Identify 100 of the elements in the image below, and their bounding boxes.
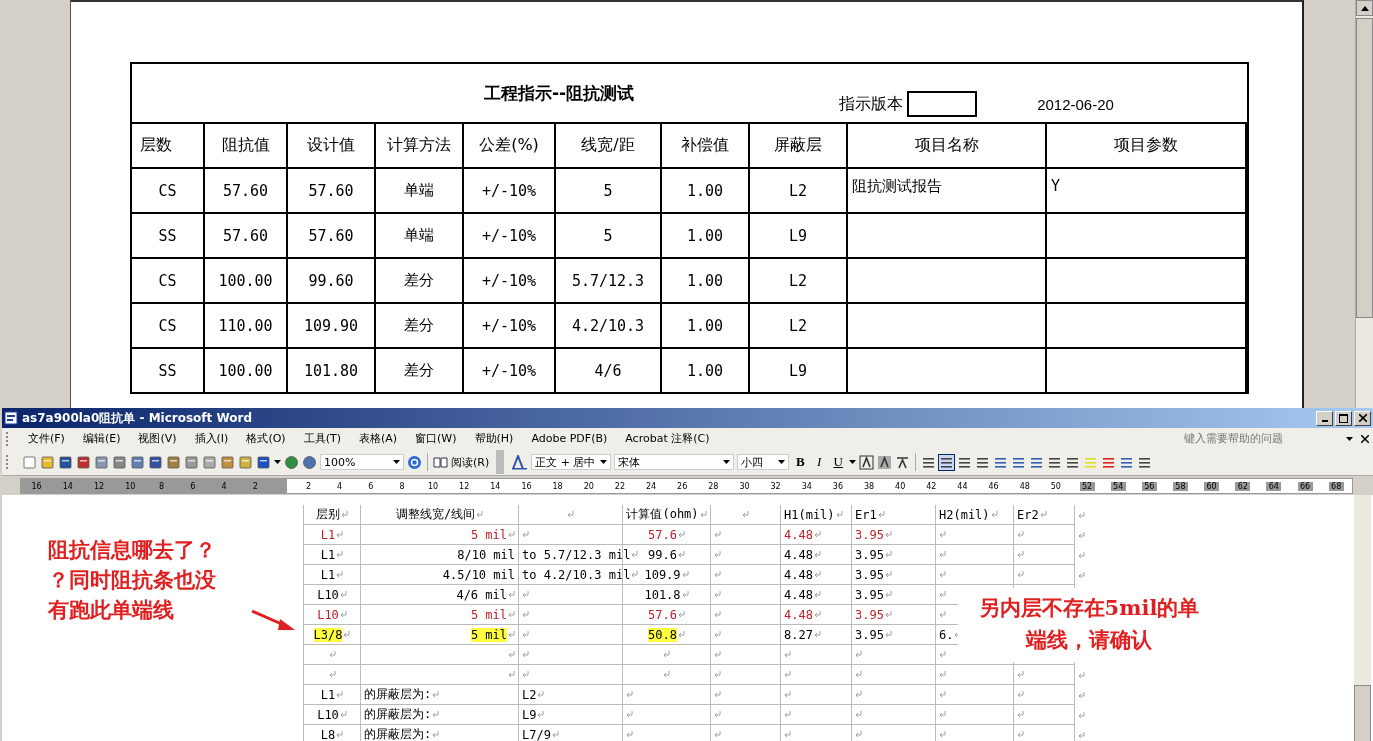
help-icon[interactable] <box>407 454 422 470</box>
paragraph-mark-icon <box>1017 571 1024 578</box>
style-dropdown[interactable]: 正文 + 居中 <box>531 454 612 470</box>
ruler-number: 30 <box>738 481 751 491</box>
paragraph-mark-icon <box>714 571 721 578</box>
format-button[interactable]: B <box>792 454 809 470</box>
email-icon[interactable] <box>94 454 109 470</box>
ruler-number: 52 <box>1079 481 1095 491</box>
paragraph-mark-icon <box>522 591 529 598</box>
paragraph-mark-icon <box>714 531 721 538</box>
paragraph-mark-icon <box>714 591 721 598</box>
menu-item[interactable]: 视图(V) <box>129 431 186 446</box>
paragraph-mark-icon <box>508 631 515 638</box>
styles-icon[interactable] <box>511 454 529 470</box>
ruler-number: 64 <box>1266 481 1282 491</box>
toolbar-handle[interactable] <box>496 450 505 474</box>
maximize-icon[interactable] <box>1335 410 1352 426</box>
dropdown-arrow-icon[interactable] <box>600 460 608 464</box>
table-cell: 101.80 <box>288 349 374 392</box>
dropdown-arrow-icon[interactable] <box>274 460 281 464</box>
table-cell: +/-10% <box>464 259 554 302</box>
paragraph-mark-icon <box>341 511 348 518</box>
scrollbar[interactable] <box>1355 0 1373 408</box>
version-field[interactable] <box>907 91 978 117</box>
save-icon[interactable] <box>58 454 73 470</box>
paste-icon[interactable] <box>220 454 235 470</box>
hyperlink-icon[interactable] <box>284 454 299 470</box>
column-header: 公差(%) <box>464 124 554 167</box>
research-icon[interactable] <box>166 454 181 470</box>
align-center-icon[interactable] <box>939 454 955 470</box>
format-button[interactable]: I <box>811 454 828 470</box>
zoom-dropdown[interactable]: 100% <box>320 454 404 470</box>
paragraph-mark-icon <box>339 711 347 718</box>
help-search-field[interactable]: 键入需要帮助的问题 <box>1182 431 1342 446</box>
paragraph-mark-icon <box>813 631 821 638</box>
menu-item[interactable]: 窗口(W) <box>406 431 466 446</box>
character-border-icon[interactable] <box>859 454 875 470</box>
toolbar-handle[interactable] <box>6 431 11 446</box>
dropdown-arrow-icon[interactable] <box>778 460 786 464</box>
font-dropdown[interactable]: 宋体 <box>614 454 735 470</box>
table-cell: 57.60 <box>205 169 286 212</box>
permission-icon[interactable] <box>76 454 91 470</box>
column-header: 计算值(ohm) <box>626 506 699 523</box>
reading-button[interactable]: 阅读(R) <box>433 454 490 470</box>
table-cell: L9 <box>750 214 846 257</box>
dropdown-arrow-icon[interactable] <box>723 460 731 464</box>
paragraph-mark-icon <box>1078 671 1085 679</box>
column-header: 调整线宽/线间 <box>395 506 476 523</box>
character-shading-icon[interactable] <box>877 454 893 470</box>
paragraph-mark-icon <box>813 531 821 538</box>
scrollbar-thumb[interactable] <box>1356 18 1373 318</box>
ruler-number: 50 <box>1049 481 1062 491</box>
paragraph-mark-icon <box>784 731 791 738</box>
scrollbar[interactable] <box>1354 495 1371 741</box>
print-icon[interactable] <box>112 454 127 470</box>
menu-item[interactable]: 表格(A) <box>349 431 407 446</box>
annotation-text: 阻抗信息哪去了？？同时阻抗条也没有跑此单端线 <box>48 536 217 624</box>
scrollbar-thumb[interactable] <box>1354 685 1371 741</box>
table-cell: 5 mil <box>470 627 507 642</box>
menu-item[interactable]: Adobe PDF(B) <box>522 432 617 445</box>
paragraph-mark-icon <box>884 631 892 638</box>
menu-item[interactable]: 插入(I) <box>185 431 238 446</box>
paragraph-mark-icon <box>855 671 862 678</box>
paragraph-mark-icon <box>508 671 515 678</box>
paragraph-mark-icon <box>432 731 440 738</box>
table-cell: L7/9 <box>522 727 551 741</box>
ruler[interactable]: 16 14 12 10 8 6 4 2 2 4 6 8 10 12 14 16 18 20 22 24 26 28 30 32 34 36 38 40 42 44 46 48 50 52 54 56 58 60 62 64 66 68 <box>20 478 1353 494</box>
menu-item[interactable]: 文件(F) <box>19 431 74 446</box>
menu-item[interactable]: 编辑(E) <box>73 431 130 446</box>
menu-item[interactable]: 工具(T) <box>294 431 350 446</box>
minimize-icon[interactable] <box>1316 410 1333 426</box>
dropdown-arrow-icon[interactable] <box>393 460 400 464</box>
spelling-icon[interactable] <box>148 454 163 470</box>
table-icon[interactable] <box>302 454 317 470</box>
table-cell: Y <box>1047 169 1245 212</box>
cut-icon[interactable] <box>184 454 199 470</box>
report-title: 工程指示--阻抗测试 <box>484 81 635 105</box>
table-cell: L9 <box>522 707 537 722</box>
paragraph-mark-icon <box>1039 511 1047 518</box>
menu-item[interactable]: 帮助(H) <box>465 431 523 446</box>
character-scaling-icon[interactable] <box>895 454 911 470</box>
dropdown-arrow-icon[interactable] <box>849 460 857 464</box>
scroll-up-icon[interactable] <box>1356 0 1373 16</box>
paragraph-mark-icon <box>1078 731 1085 739</box>
format-painter-icon[interactable] <box>238 454 253 470</box>
ruler-number: 20 <box>582 481 595 491</box>
copy-icon[interactable] <box>202 454 217 470</box>
dropdown-arrow-icon[interactable] <box>1346 436 1353 441</box>
menu-item[interactable]: 格式(O) <box>237 431 295 446</box>
undo-icon[interactable] <box>256 454 271 470</box>
font-size-dropdown[interactable]: 小四 <box>737 454 790 470</box>
paragraph-mark-icon <box>537 711 545 718</box>
close-icon[interactable] <box>1361 434 1369 443</box>
toolbar-handle[interactable] <box>6 455 11 469</box>
print-preview-icon[interactable] <box>130 454 145 470</box>
ruler-number: 2 <box>304 481 313 491</box>
document-icon <box>4 411 18 425</box>
format-button[interactable]: U <box>830 454 847 470</box>
menu-item[interactable]: Acrobat 注释(C) <box>616 431 719 446</box>
paragraph-mark-icon <box>677 551 685 558</box>
